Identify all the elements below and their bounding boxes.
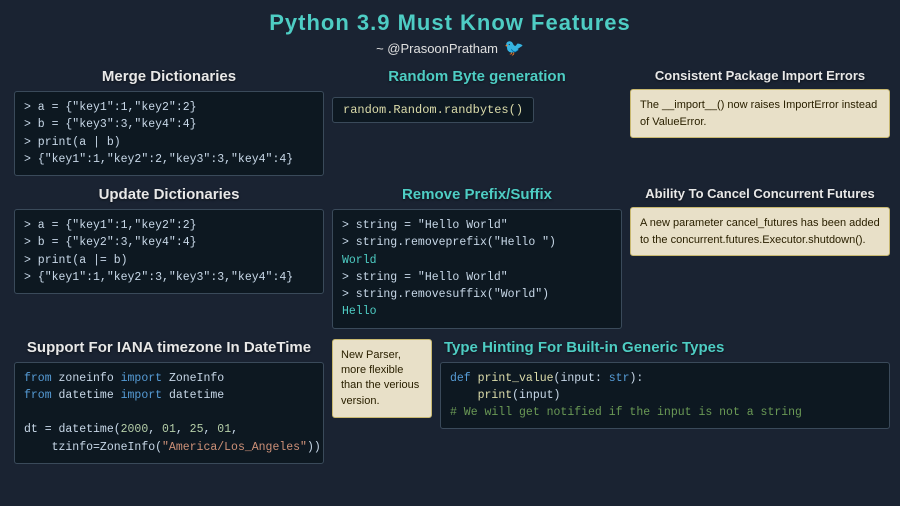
- main-grid: Merge Dictionaries > a = {"key1":1,"key2…: [14, 68, 886, 464]
- update-dict-section: Update Dictionaries > a = {"key1":1,"key…: [14, 186, 324, 329]
- page-title: Python 3.9 Must Know Features: [14, 10, 886, 36]
- merge-dict-section: Merge Dictionaries > a = {"key1":1,"key2…: [14, 68, 324, 176]
- new-parser-text: New Parser, more flexible than the verio…: [341, 349, 419, 407]
- iana-timezone-code: from zoneinfo import ZoneInfo from datet…: [14, 362, 324, 464]
- cancel-concurrent-title: Ability To Cancel Concurrent Futures: [630, 186, 890, 201]
- page-subtitle: ~ @PrasoonPratham 🐦: [14, 38, 886, 58]
- update-dict-title: Update Dictionaries: [14, 186, 324, 203]
- cancel-concurrent-section: Ability To Cancel Concurrent Futures A n…: [630, 186, 890, 329]
- update-dict-code: > a = {"key1":1,"key2":2} > b = {"key2":…: [14, 209, 324, 294]
- iana-timezone-section: Support For IANA timezone In DateTime fr…: [14, 339, 324, 464]
- random-byte-code: random.Random.randbytes(): [332, 97, 534, 123]
- type-hinting-code: def print_value(input: str): print(input…: [440, 362, 890, 430]
- remove-prefix-section: Remove Prefix/Suffix > string = "Hello W…: [332, 186, 622, 329]
- page-wrapper: Python 3.9 Must Know Features ~ @Prasoon…: [0, 0, 900, 506]
- bottom-right-section: New Parser, more flexible than the verio…: [332, 339, 890, 464]
- cancel-concurrent-desc: A new parameter cancel_futures has been …: [630, 207, 890, 256]
- merge-dict-title: Merge Dictionaries: [14, 68, 324, 85]
- type-hinting-section: Type Hinting For Built-in Generic Types …: [440, 339, 890, 430]
- random-byte-section: Random Byte generation random.Random.ran…: [332, 68, 622, 176]
- remove-prefix-code: > string = "Hello World" > string.remove…: [332, 209, 622, 329]
- consistent-pkg-section: Consistent Package Import Errors The __i…: [630, 68, 890, 176]
- consistent-pkg-desc: The __import__() now raises ImportError …: [630, 89, 890, 138]
- type-hinting-title: Type Hinting For Built-in Generic Types: [444, 339, 890, 356]
- merge-dict-code: > a = {"key1":1,"key2":2} > b = {"key3":…: [14, 91, 324, 176]
- random-byte-title: Random Byte generation: [332, 68, 622, 85]
- remove-prefix-title: Remove Prefix/Suffix: [332, 186, 622, 203]
- consistent-pkg-title: Consistent Package Import Errors: [630, 68, 890, 83]
- new-parser-box: New Parser, more flexible than the verio…: [332, 339, 432, 419]
- twitter-icon: 🐦: [504, 38, 524, 58]
- subtitle-text: ~ @PrasoonPratham: [376, 41, 498, 56]
- iana-timezone-title: Support For IANA timezone In DateTime: [14, 339, 324, 356]
